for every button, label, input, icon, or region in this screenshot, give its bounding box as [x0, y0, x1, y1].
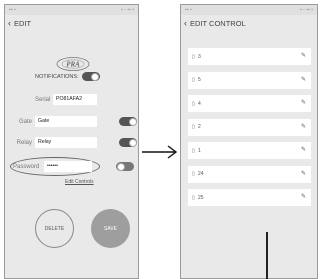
item-label: 1	[198, 147, 201, 154]
pencil-icon[interactable]: ✎	[301, 146, 306, 153]
title-bar: ‹ EDIT CONTROL	[181, 15, 317, 31]
save-button[interactable]: SAVE	[91, 209, 130, 248]
password-toggle[interactable]	[116, 162, 134, 171]
control-list: ▯ 3 ✎ ▯ 5 ✎ ▯ 4 ✎ ▯ 2 ✎ ▯ 1 ✎ ▯ 24 ✎ ▯ 2…	[188, 48, 311, 213]
remote-icon: ▯	[192, 77, 195, 83]
pencil-icon[interactable]: ✎	[301, 99, 306, 106]
relay-row: Relay Relay	[12, 137, 137, 148]
list-item[interactable]: ▯ 24 ✎	[188, 165, 311, 183]
relay-field[interactable]: Relay	[35, 137, 97, 148]
gate-label: Gate	[18, 118, 32, 125]
notifications-row: NOTIFICATIONS:	[35, 72, 100, 81]
page-title: EDIT	[14, 18, 32, 28]
status-bar: ▪▪ ▪ ▪ ▫ ▪▪ ▪	[5, 5, 138, 15]
status-right: ▪ ▫ ▪▪ ▪	[120, 7, 134, 13]
password-field[interactable]: ••••••	[44, 161, 92, 172]
serial-label: Serial	[35, 96, 51, 103]
edit-screen: ▪▪ ▪ ▪ ▫ ▪▪ ▪ ‹ EDIT PRA NOTIFICATIONS: …	[4, 4, 139, 279]
gate-toggle[interactable]	[119, 117, 137, 126]
chevron-left-icon[interactable]: ‹	[184, 18, 187, 28]
status-right: ▪ ▫ ▪▪ ▪	[299, 7, 313, 13]
remote-icon: ▯	[192, 124, 195, 130]
item-label: 2	[198, 124, 201, 130]
pencil-icon[interactable]: ✎	[301, 76, 306, 83]
title-bar: ‹ EDIT	[5, 15, 138, 31]
gate-row: Gate Gate	[12, 116, 137, 127]
list-item[interactable]: ▯ 4 ✎	[188, 95, 311, 112]
serial-field[interactable]: PO81AFA2	[53, 94, 97, 105]
remote-icon: ▯	[192, 171, 195, 177]
list-item[interactable]: ▯ 25 ✎	[188, 189, 311, 206]
pencil-icon[interactable]: ✎	[301, 193, 306, 200]
item-label: 25	[198, 194, 204, 201]
password-label: Password	[13, 163, 40, 170]
pencil-icon[interactable]: ✎	[301, 170, 306, 177]
list-item[interactable]: ▯ 1 ✎	[188, 142, 311, 159]
relay-toggle[interactable]	[119, 138, 137, 147]
remote-icon: ▯	[192, 194, 195, 201]
list-item[interactable]: ▯ 3 ✎	[188, 48, 311, 65]
list-item[interactable]: ▯ 5 ✎	[188, 71, 311, 89]
notifications-toggle[interactable]	[81, 72, 100, 81]
svg-text:PRA: PRA	[66, 61, 80, 69]
serial-row: Serial PO81AFA2	[35, 94, 97, 105]
chevron-left-icon[interactable]: ‹	[8, 18, 11, 28]
page-title: EDIT CONTROL	[190, 18, 246, 28]
pointer-line	[266, 232, 268, 279]
list-item[interactable]: ▯ 2 ✎	[188, 118, 311, 136]
remote-icon: ▯	[192, 100, 195, 107]
status-bar: ▪▪ ▪ ▪ ▫ ▪▪ ▪	[181, 5, 317, 15]
item-label: 5	[198, 77, 201, 83]
password-row: Password ••••••	[13, 161, 134, 172]
item-label: 4	[198, 100, 201, 107]
gate-field[interactable]: Gate	[35, 116, 97, 127]
edit-controls-link[interactable]: Edit Controls	[65, 179, 94, 185]
pencil-icon[interactable]: ✎	[301, 123, 306, 130]
item-label: 24	[198, 171, 204, 177]
delete-button[interactable]: DELETE	[35, 209, 74, 248]
remote-icon: ▯	[192, 147, 195, 154]
relay-label: Relay	[16, 139, 32, 146]
item-label: 3	[198, 53, 201, 60]
notifications-label: NOTIFICATIONS:	[35, 73, 79, 80]
status-left: ▪▪ ▪	[185, 7, 192, 13]
status-left: ▪▪ ▪	[9, 7, 16, 13]
remote-icon: ▯	[192, 53, 195, 60]
pencil-icon[interactable]: ✎	[301, 52, 306, 59]
pra-logo: PRA	[56, 57, 90, 71]
edit-control-screen: ▪▪ ▪ ▪ ▫ ▪▪ ▪ ‹ EDIT CONTROL ▯ 3 ✎ ▯ 5 ✎…	[180, 4, 318, 279]
arrow-right-icon	[142, 145, 178, 159]
